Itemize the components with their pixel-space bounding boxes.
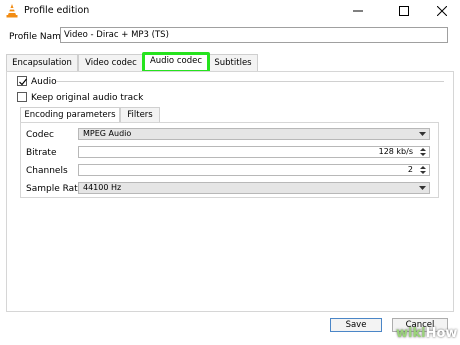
channels-spinbox[interactable]: 2 [78, 164, 430, 176]
audio-codec-highlight [142, 52, 210, 73]
sample-rate-select[interactable]: 44100 Hz [78, 182, 430, 194]
codec-select[interactable]: MPEG Audio [78, 128, 430, 140]
spin-arrows-icon[interactable] [418, 165, 428, 175]
audio-label: Audio [31, 77, 57, 87]
bitrate-spinbox[interactable]: 128 kb/s [78, 146, 430, 158]
window-title: Profile edition [24, 5, 90, 16]
codec-value: MPEG Audio [83, 129, 132, 138]
sample-rate-label: Sample Rate [26, 184, 84, 194]
keep-original-audio-checkbox[interactable] [17, 92, 27, 102]
tab-filters[interactable]: Filters [120, 107, 160, 122]
tab-encapsulation[interactable]: Encapsulation [6, 54, 78, 71]
codec-label: Codec [26, 130, 54, 140]
checkmark-icon [19, 78, 27, 86]
sample-rate-value: 44100 Hz [83, 183, 122, 192]
chevron-down-icon [419, 132, 426, 136]
profile-edition-window: Profile edition Profile Name Video - Dir… [0, 0, 460, 345]
minimize-icon [353, 10, 363, 12]
wikihow-watermark: wikiHow [396, 326, 457, 341]
channels-value: 2 [407, 165, 413, 174]
audio-checkbox[interactable] [17, 76, 27, 86]
close-icon [437, 6, 447, 16]
tab-subtitles[interactable]: Subtitles [208, 54, 258, 71]
maximize-button[interactable] [386, 0, 422, 22]
bitrate-label: Bitrate [26, 148, 57, 158]
maximize-icon [399, 6, 409, 16]
minimize-button[interactable] [340, 0, 376, 22]
spin-arrows-icon[interactable] [418, 147, 428, 157]
close-button[interactable] [424, 0, 460, 22]
channels-label: Channels [26, 166, 68, 176]
profile-name-label: Profile Name [9, 32, 67, 42]
title-bar: Profile edition [0, 0, 460, 22]
tab-video-codec[interactable]: Video codec [78, 54, 144, 71]
watermark-wiki: wiki [396, 326, 426, 341]
keep-original-audio-label: Keep original audio track [31, 93, 144, 103]
profile-name-input[interactable]: Video - Dirac + MP3 (TS) [60, 27, 448, 43]
tab-encoding-parameters[interactable]: Encoding parameters [20, 107, 120, 122]
group-divider [56, 81, 444, 82]
vlc-cone-icon [6, 4, 18, 18]
bitrate-value: 128 kb/s [378, 147, 413, 156]
watermark-how: How [425, 326, 458, 341]
chevron-down-icon [419, 186, 426, 190]
save-button[interactable]: Save [330, 318, 382, 332]
